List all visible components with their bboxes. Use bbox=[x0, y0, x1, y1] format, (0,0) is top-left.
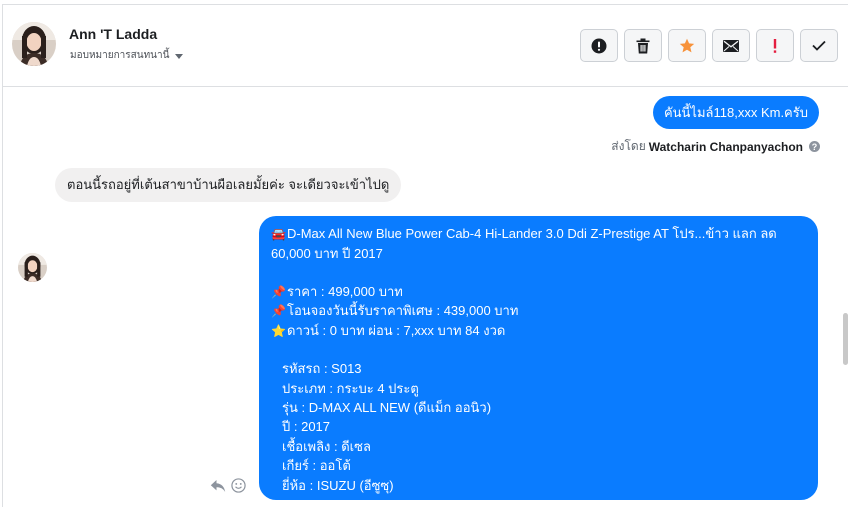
car-icon: 🚘 bbox=[271, 227, 286, 241]
delete-button[interactable] bbox=[624, 29, 662, 62]
listing-title: D-Max All New Blue Power Cab-4 Hi-Lander… bbox=[271, 226, 777, 261]
mark-unread-button[interactable] bbox=[712, 29, 750, 62]
pin-icon: 📌 bbox=[271, 285, 286, 299]
contact-avatar-small[interactable] bbox=[18, 253, 47, 282]
listing-code: รหัสรถ : S013 bbox=[282, 361, 362, 377]
envelope-icon bbox=[723, 39, 739, 52]
listing-down-payment: ดาวน์ : 0 บาท ผ่อน : 7,xxx บาท 84 งวด bbox=[287, 322, 506, 338]
listing-category: ประเภท : กระบะ 4 ประตู bbox=[282, 380, 419, 396]
mark-spam-button[interactable] bbox=[580, 29, 618, 62]
contact-name[interactable]: Ann 'T Ladda bbox=[69, 26, 157, 42]
listing-fuel: เชื้อเพลิง : ดีเซล bbox=[282, 438, 371, 454]
message-bubble-outgoing[interactable]: คันนี้ไมล์118,xxx Km.ครับ bbox=[652, 96, 819, 129]
mark-important-button[interactable] bbox=[756, 29, 794, 62]
mark-done-button[interactable] bbox=[800, 29, 838, 62]
sent-by-label: ส่งโดย Watcharin Chanpanyachon ? bbox=[611, 137, 820, 156]
caret-down-icon bbox=[175, 53, 184, 59]
scrollbar[interactable] bbox=[843, 87, 848, 507]
pin-icon: 📌 bbox=[271, 304, 286, 319]
checkmark-icon bbox=[812, 40, 826, 51]
message-bubble-incoming[interactable]: ตอนนี้รถอยู่ที่เต้นสาขาบ้านผือเลยมั้ยค่ะ… bbox=[55, 168, 402, 202]
assign-label: มอบหมายการสนทนานี้ bbox=[70, 50, 170, 61]
star-icon bbox=[679, 38, 695, 52]
trash-icon bbox=[636, 38, 650, 53]
listing-price: ราคา : 499,000 บาท bbox=[287, 284, 403, 299]
message-bubble-outgoing-listing[interactable]: 🚘D-Max All New Blue Power Cab-4 Hi-Lande… bbox=[259, 216, 818, 500]
message-list[interactable]: คันนี้ไมล์118,xxx Km.ครับ ส่งโดย Watchar… bbox=[3, 88, 848, 507]
listing-year: ปี : 2017 bbox=[282, 419, 331, 435]
scrollbar-thumb[interactable] bbox=[843, 313, 848, 365]
sent-by-prefix: ส่งโดย bbox=[611, 139, 646, 153]
conversation-header: Ann 'T Ladda มอบหมายการสนทนานี้ bbox=[3, 5, 848, 87]
assign-conversation-dropdown[interactable]: มอบหมายการสนทนานี้ bbox=[70, 48, 184, 63]
message-tools bbox=[210, 478, 246, 493]
listing-special-line: 📌โอนจองวันนี้รับราคาพิเศษ : 439,000 บาท bbox=[271, 301, 806, 320]
listing-model: รุ่น : D-MAX ALL NEW (ดีแม็ก ออนิว) bbox=[282, 399, 492, 415]
listing-brand: ยี่ห้อ : ISUZU (อีซูซุ) bbox=[282, 477, 394, 493]
listing-down-line: ⭐ดาวน์ : 0 บาท ผ่อน : 7,xxx บาท 84 งวด bbox=[271, 321, 806, 340]
header-action-bar bbox=[580, 29, 838, 62]
star-button[interactable] bbox=[668, 29, 706, 62]
emoji-react-icon[interactable] bbox=[231, 478, 246, 493]
listing-gear: เกียร์ : ออโต้ bbox=[282, 458, 351, 474]
conversation-panel: Ann 'T Ladda มอบหมายการสนทนานี้ คันนี้ไม… bbox=[2, 4, 848, 507]
reply-icon[interactable] bbox=[210, 479, 226, 493]
listing-price-line: 📌ราคา : 499,000 บาท bbox=[271, 282, 806, 301]
listing-special-price: โอนจองวันนี้รับราคาพิเศษ : 439,000 บาท bbox=[287, 303, 519, 319]
star-emoji-icon: ⭐ bbox=[271, 323, 286, 338]
sender-name: Watcharin Chanpanyachon bbox=[648, 139, 803, 154]
exclamation-icon bbox=[773, 38, 777, 53]
alert-circle-icon bbox=[591, 38, 607, 53]
contact-avatar[interactable] bbox=[12, 22, 56, 66]
question-icon[interactable]: ? bbox=[809, 141, 820, 152]
listing-title-line: 🚘D-Max All New Blue Power Cab-4 Hi-Lande… bbox=[271, 224, 806, 263]
